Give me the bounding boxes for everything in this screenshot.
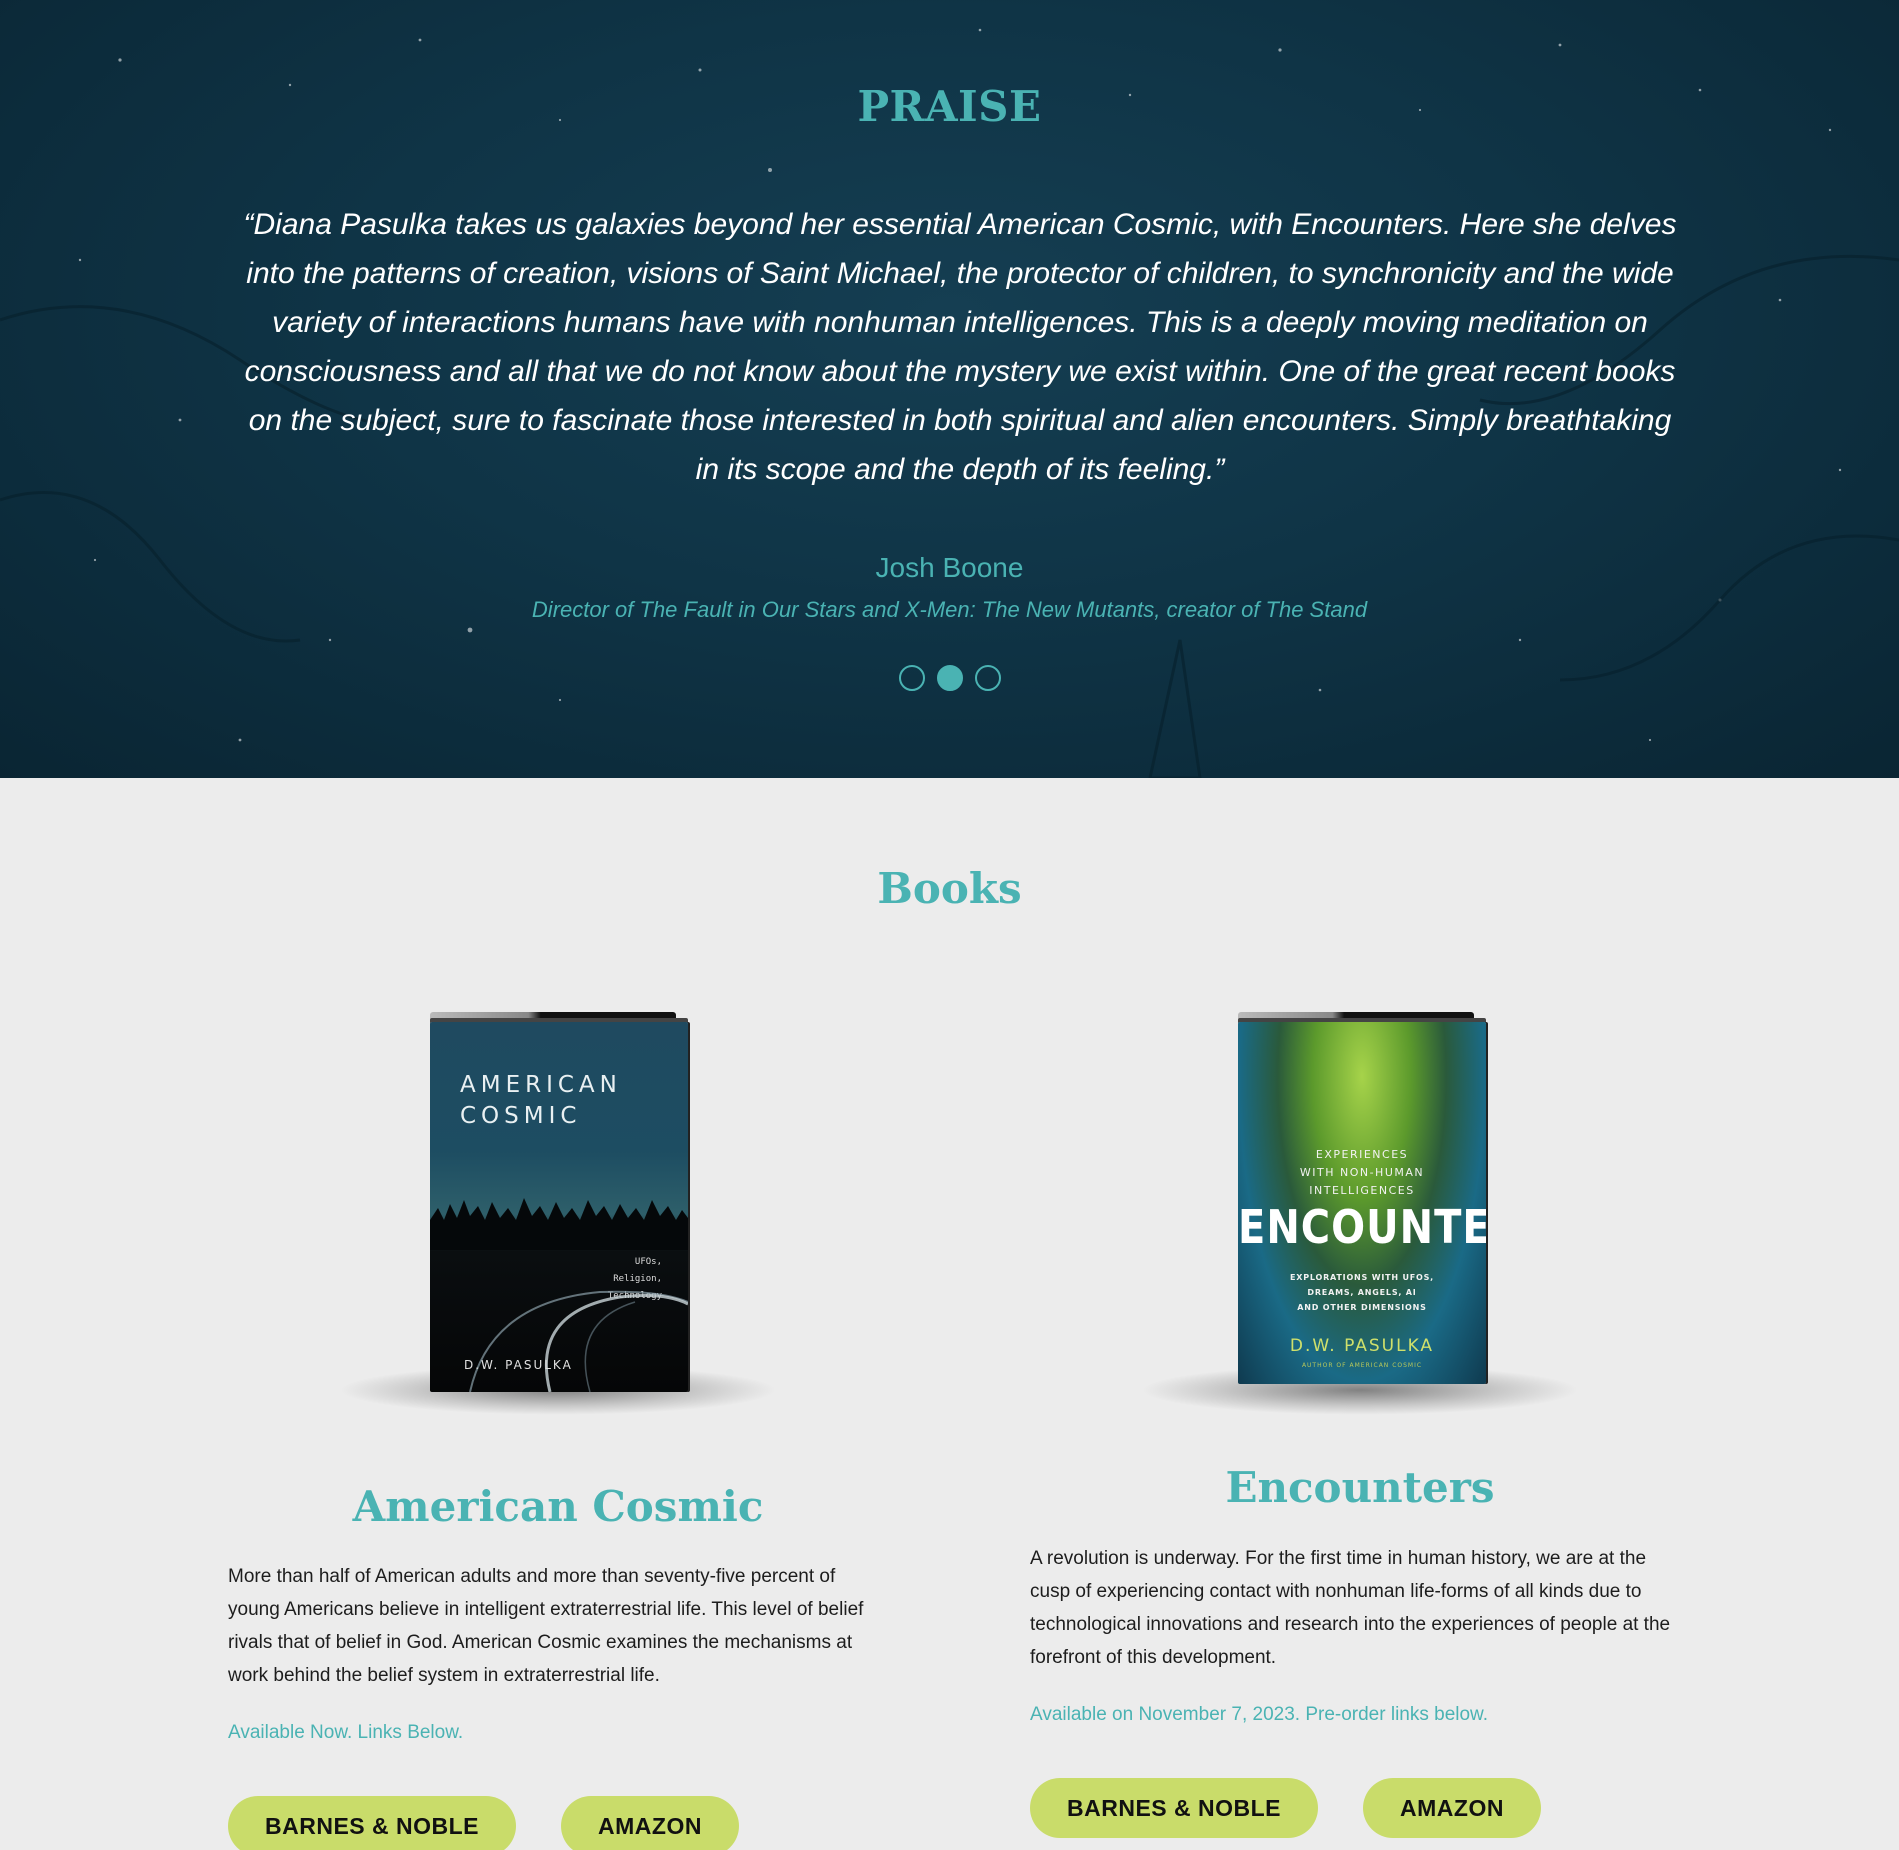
testimonial-quote: “Diana Pasulka takes us galaxies beyond …	[243, 208, 1677, 486]
cover-subtitle-line: DREAMS, ANGELS, AI	[1307, 1288, 1417, 1297]
cover-title-line: COSMIC	[460, 1103, 582, 1129]
cover-kicker: EXPERIENCES WITH NON-HUMAN INTELLIGENCES	[1238, 1146, 1486, 1200]
book-description: A revolution is underway. For the first …	[1030, 1548, 1671, 1668]
amazon-button[interactable]: AMAZON	[561, 1796, 739, 1850]
book-title: Encounters	[1225, 1463, 1495, 1512]
cover-author: D.W. PASULKA	[1289, 1336, 1435, 1356]
encounters-cover-image[interactable]: EXPERIENCES WITH NON-HUMAN INTELLIGENCES…	[1238, 1022, 1486, 1384]
barnes-and-noble-button[interactable]: BARNES & NOBLE	[228, 1796, 517, 1850]
cover-kicker-line: WITH NON-HUMAN	[1299, 1166, 1425, 1179]
book-card-american-cosmic: AMERICAN COSMIC UFOs, Religion, Technolo…	[228, 990, 908, 1850]
testimonial-author-role: Director of The Fault in Our Stars and X…	[531, 597, 1368, 622]
purchase-buttons: BARNES & NOBLE AMAZON	[228, 1796, 739, 1850]
availability-note: Available Now. Links Below.	[228, 1722, 464, 1743]
cover-spine-top	[430, 1012, 676, 1022]
amazon-button[interactable]: AMAZON	[1363, 1778, 1541, 1838]
cover-subtitle-line: AND OTHER DIMENSIONS	[1297, 1303, 1427, 1312]
cover-subtitle-line: EXPLORATIONS WITH UFOS,	[1289, 1273, 1435, 1282]
cover-author: D.W. PASULKA	[464, 1358, 573, 1372]
american-cosmic-cover-image[interactable]: AMERICAN COSMIC UFOs, Religion, Technolo…	[430, 1022, 688, 1392]
carousel-pagination	[0, 665, 1899, 691]
book-card-encounters: EXPERIENCES WITH NON-HUMAN INTELLIGENCES…	[1030, 990, 1710, 1838]
carousel-dot-3[interactable]	[974, 665, 1001, 691]
book-title: American Cosmic	[352, 1482, 764, 1531]
barnes-and-noble-button[interactable]: BARNES & NOBLE	[1030, 1778, 1319, 1838]
cover-title-line: AMERICAN	[460, 1072, 622, 1098]
cover-subtitle: EXPLORATIONS WITH UFOS, DREAMS, ANGELS, …	[1238, 1270, 1486, 1315]
carousel-dot-2[interactable]	[936, 665, 963, 691]
book-cover-container: EXPERIENCES WITH NON-HUMAN INTELLIGENCES…	[1030, 990, 1710, 1420]
book-cover-container: AMERICAN COSMIC UFOs, Religion, Technolo…	[228, 990, 908, 1420]
road-illustration	[469, 1290, 688, 1392]
purchase-buttons: BARNES & NOBLE AMAZON	[1030, 1778, 1541, 1838]
cover-title: AMERICAN COSMIC	[460, 1070, 622, 1132]
cover-title: ENCOUNTERS	[1238, 1201, 1486, 1255]
praise-section: PRAISE “Diana Pasulka takes us galaxies …	[0, 0, 1899, 778]
cover-spine-top	[1238, 1012, 1474, 1022]
cover-kicker-line: EXPERIENCES	[1315, 1148, 1409, 1161]
availability-note: Available on November 7, 2023. Pre-order…	[1030, 1704, 1489, 1725]
books-heading: Books	[877, 864, 1022, 913]
book-description: More than half of American adults and mo…	[228, 1566, 864, 1686]
testimonial-author: Josh Boone	[875, 552, 1024, 583]
carousel-dot-1[interactable]	[898, 665, 925, 691]
cover-kicker-line: INTELLIGENCES	[1309, 1184, 1415, 1197]
tree-silhouette	[430, 1198, 688, 1250]
cover-author-note: AUTHOR OF AMERICAN COSMIC	[1301, 1362, 1423, 1369]
praise-heading: PRAISE	[857, 82, 1042, 131]
